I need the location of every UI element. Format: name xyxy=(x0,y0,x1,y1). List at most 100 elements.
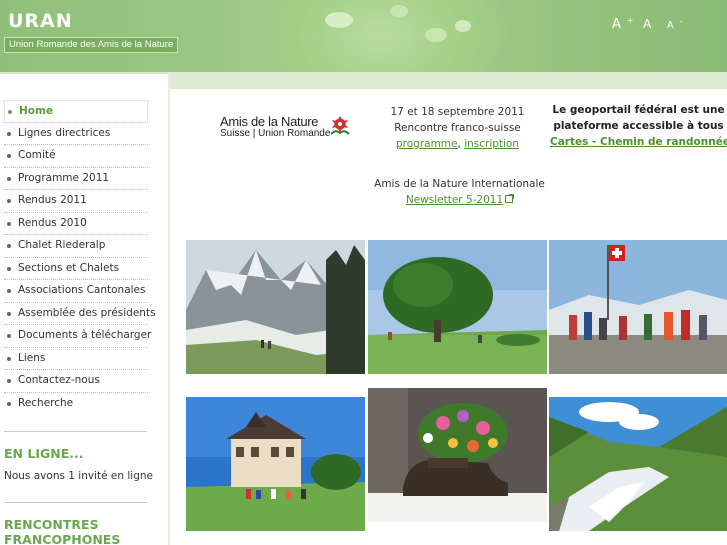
nav-link[interactable]: Home xyxy=(5,101,147,122)
sidebar-divider xyxy=(4,431,147,432)
rencontres-heading: RENCONTRES FRANCOPHONES xyxy=(4,517,120,545)
font-larger-label: A xyxy=(612,17,621,33)
rose-emblem-icon xyxy=(330,116,350,135)
frog-background-image xyxy=(250,0,510,72)
geoportail-text-line2: plateforme accessible à tous xyxy=(553,120,724,132)
cartes-link[interactable]: Cartes - Chemin de randonnées xyxy=(550,136,727,148)
nav-item-chalet-riederalp[interactable]: Chalet Riederalp xyxy=(4,235,148,258)
bullet-icon xyxy=(7,334,11,338)
font-reset-button[interactable]: A xyxy=(643,17,657,31)
bullet-icon xyxy=(7,289,11,293)
frog-toe-decoration xyxy=(425,28,447,42)
font-smaller-sup: - xyxy=(679,17,683,26)
event-date: 17 et 18 septembre 2011 xyxy=(390,106,525,118)
nav-link[interactable]: Comité xyxy=(4,145,148,166)
bullet-icon xyxy=(8,110,12,114)
nav-link[interactable]: Contactez-nous xyxy=(4,370,148,391)
site-header: URAN Union Romande des Amis de la Nature… xyxy=(0,0,727,72)
inscription-link[interactable]: inscription xyxy=(464,138,519,150)
frog-toe-decoration xyxy=(455,20,471,32)
font-reset-label: A xyxy=(643,17,652,32)
nav-link[interactable]: Documents à télécharger xyxy=(4,325,151,346)
nav-item-associations-cantonales[interactable]: Associations Cantonales xyxy=(4,280,148,303)
tree-meadow-photo[interactable] xyxy=(368,240,547,374)
nav-link[interactable]: Rendus 2010 xyxy=(4,213,148,234)
font-smaller-label: A xyxy=(666,20,674,32)
bullet-icon xyxy=(7,311,11,316)
flower-shoe-image xyxy=(368,388,547,522)
mountain-snow-photo[interactable] xyxy=(186,240,365,374)
programme-link[interactable]: programme xyxy=(396,138,458,150)
nav-link[interactable]: Rendus 2011 xyxy=(4,190,148,211)
sidebar-top-bar xyxy=(0,72,170,74)
nav-item-lignes-directrices[interactable]: Lignes directrices xyxy=(4,123,148,145)
nav-link[interactable]: Recherche xyxy=(4,393,148,414)
nav-link[interactable]: Associations Cantonales xyxy=(4,280,148,301)
nav-link[interactable]: Lignes directrices xyxy=(4,123,148,144)
nav-item-sections-chalets[interactable]: Sections et Chalets xyxy=(4,258,148,280)
nav-link[interactable]: Programme 2011 xyxy=(4,168,148,189)
event-block: 17 et 18 septembre 2011 Rencontre franco… xyxy=(380,104,535,152)
mountain-stream-photo[interactable] xyxy=(549,397,727,531)
bullet-icon xyxy=(7,266,11,271)
site-title[interactable]: URAN xyxy=(8,10,73,32)
font-larger-sup: + xyxy=(626,16,634,25)
nav-item-comite[interactable]: Comité xyxy=(4,145,148,168)
frog-eye-decoration xyxy=(325,12,353,28)
amis-de-la-nature-logo[interactable]: Amis de la Nature Suisse | Union Romande xyxy=(219,113,354,143)
rencontres-heading-line1: RENCONTRES xyxy=(4,517,99,532)
mountain-stream-image xyxy=(549,397,727,531)
site-subtitle: Union Romande des Amis de la Nature xyxy=(4,37,179,53)
newsletter-link[interactable]: Newsletter 5-2011 xyxy=(406,194,503,206)
nav-item-rendus-2010[interactable]: Rendus 2010 xyxy=(4,213,148,235)
nav-link[interactable]: Liens xyxy=(4,348,148,369)
nav-item-recherche[interactable]: Recherche xyxy=(4,393,148,416)
bullet-icon xyxy=(7,401,11,406)
bullet-icon xyxy=(7,154,11,158)
bullet-icon xyxy=(7,379,11,383)
sidebar-edge xyxy=(168,72,170,545)
geoportail-block: Le geoportail fédéral est une plateforme… xyxy=(550,102,727,150)
online-count-text: Nous avons 1 invité en ligne xyxy=(4,470,153,482)
nav-item-assemblee-presidents[interactable]: Assemblée des présidents xyxy=(4,303,156,325)
bullet-icon xyxy=(7,131,11,136)
nav-item-contact[interactable]: Contactez-nous xyxy=(4,370,148,393)
rencontres-heading-line2: FRANCOPHONES xyxy=(4,532,121,545)
nav-item-rendus-2011[interactable]: Rendus 2011 xyxy=(4,190,148,213)
bullet-icon xyxy=(7,221,11,226)
event-title: Rencontre franco-suisse xyxy=(394,122,521,134)
bullet-icon xyxy=(7,199,11,203)
chalet-hikers-image xyxy=(186,397,365,531)
font-smaller-button[interactable]: A- xyxy=(667,17,683,31)
bullet-icon xyxy=(7,176,11,181)
font-size-controls: A + A A- xyxy=(612,16,689,32)
external-link-icon xyxy=(505,194,515,203)
geoportail-text-line1: Le geoportail fédéral est une xyxy=(552,104,725,116)
logo-line2: Suisse | Union Romande xyxy=(220,128,331,139)
content-top-strip xyxy=(170,72,727,89)
main-navigation: Home Lignes directrices Comité Programme… xyxy=(4,100,156,416)
frog-toe-decoration xyxy=(390,5,408,17)
bullet-icon xyxy=(7,244,11,248)
nav-item-programme-2011[interactable]: Programme 2011 xyxy=(4,168,148,190)
swiss-flag-group-photo[interactable] xyxy=(549,240,727,374)
nav-item-liens[interactable]: Liens xyxy=(4,348,148,370)
nav-link[interactable]: Sections et Chalets xyxy=(4,258,148,279)
mountain-snow-image xyxy=(186,240,365,374)
sidebar-divider xyxy=(4,502,147,503)
nav-link[interactable]: Assemblée des présidents xyxy=(4,303,156,324)
flower-shoe-photo[interactable] xyxy=(368,388,547,522)
event-links: programme, inscription xyxy=(380,136,535,152)
bullet-icon xyxy=(7,356,11,361)
nav-item-documents[interactable]: Documents à télécharger xyxy=(4,325,151,348)
international-block: Amis de la Nature Internationale Newslet… xyxy=(372,176,547,208)
nav-item-home[interactable]: Home xyxy=(4,100,148,123)
tree-meadow-image xyxy=(368,240,547,374)
logo-line1: Amis de la Nature xyxy=(220,114,319,129)
font-larger-button[interactable]: A + xyxy=(612,16,634,32)
online-heading: EN LIGNE... xyxy=(4,446,84,461)
nav-link[interactable]: Chalet Riederalp xyxy=(4,235,148,256)
chalet-hikers-photo[interactable] xyxy=(186,397,365,531)
international-title: Amis de la Nature Internationale xyxy=(374,178,545,190)
link-separator: , xyxy=(457,138,461,150)
